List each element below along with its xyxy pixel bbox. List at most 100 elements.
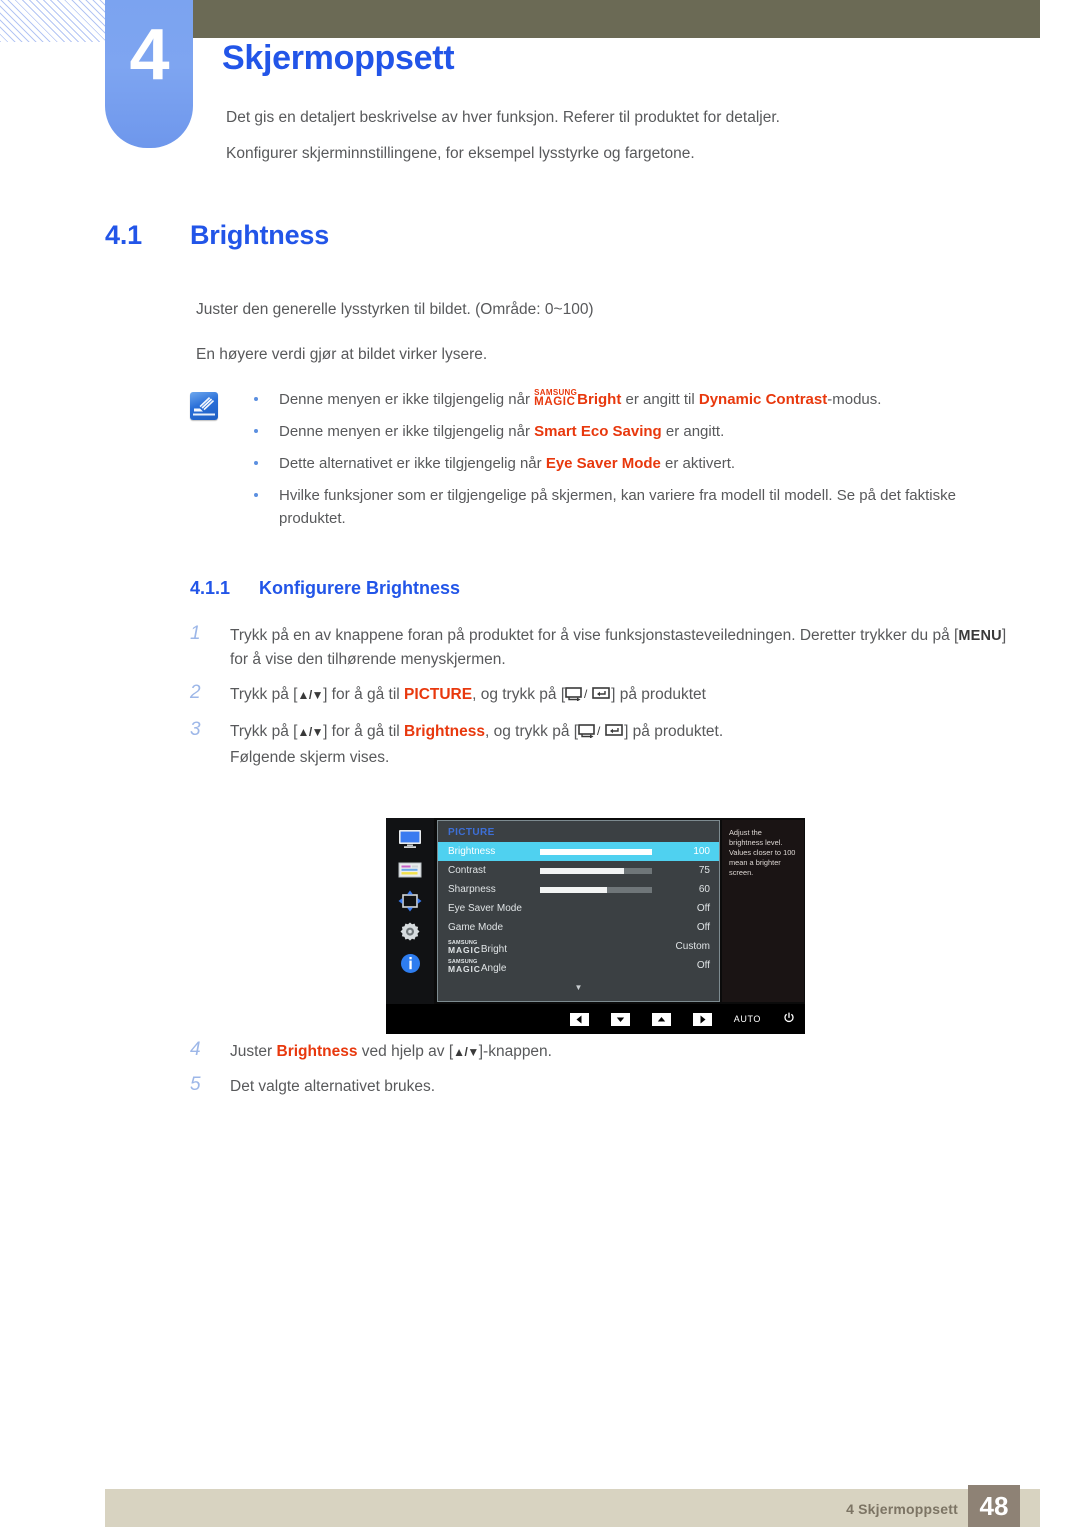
note-text-pre: Denne menyen er ikke tilgjengelig når [279,423,535,440]
step-text-c: , og trykk på [ [472,686,566,703]
header-olive-bar [193,0,1040,38]
osd-row-value: 100 [693,846,710,857]
osd-row-value: Off [696,922,710,933]
osd-screenshot: PICTURE Brightness 100 Contrast 75 Sharp… [386,818,805,1034]
osd-row-contrast[interactable]: Contrast 75 [438,861,719,880]
magic-large-text: MAGIC [448,944,481,955]
step-text-c: , og trykk på [ [485,723,579,740]
subsection-title: Konfigurere Brightness [259,578,461,598]
power-icon[interactable] [783,1012,795,1026]
bullet-dot [254,493,258,497]
slider-track [540,848,652,855]
position-arrows-icon[interactable] [397,890,423,912]
step-item: 3 Trykk på [▲/▼] for å gå til Brightness,… [190,719,1020,770]
osd-row-eye-saver-mode[interactable]: Eye Saver Mode Off [438,899,719,918]
step-text-a: Trykk på [ [230,723,298,740]
step-highlight: Brightness [276,1043,358,1060]
decorative-hatch-pattern [0,0,106,42]
step-item: 2 Trykk på [▲/▼] for å gå til PICTURE, og… [190,682,1020,709]
monitor-icon[interactable] [397,828,423,850]
down-arrow-button-icon[interactable] [610,1012,630,1026]
note-text-post: -modus. [827,391,882,408]
section-title: Brightness [190,220,330,250]
osd-row-label: SAMSUNG MAGIC Bright [448,939,507,955]
note-magic-suffix: Bright [577,391,622,408]
osd-row-label: Brightness [448,846,496,857]
osd-body: PICTURE Brightness 100 Contrast 75 Sharp… [386,818,805,1004]
osd-row-magicbright[interactable]: SAMSUNG MAGIC Bright Custom [438,937,719,956]
chapter-intro-line-1: Det gis en detaljert beskrivelse av hver… [226,109,780,126]
step-number: 3 [190,719,201,740]
step-number: 1 [190,623,201,644]
note-highlight: Eye Saver Mode [545,455,661,472]
left-arrow-button-icon[interactable] [569,1012,589,1026]
section-body-line-2: En høyere verdi gjør at bildet virker ly… [196,346,488,363]
steps-list: 1 Trykk på en av knappene foran på produk… [190,623,1020,781]
updown-arrows-icon: ▲/▼ [453,1045,479,1059]
step-item: 5 Det valgte alternativet brukes. [190,1074,1020,1099]
note-text-pre: Hvilke funksjoner som er tilgjengelige p… [279,487,956,527]
key-menu: MENU [958,628,1002,644]
osd-row-slider[interactable] [495,848,666,855]
footer-text: 4 Skjermoppsett [846,1501,958,1517]
osd-row-slider[interactable] [496,886,666,893]
step-text-a: Det valgte alternativet brukes. [230,1078,436,1095]
chapter-intro-line-2: Konfigurer skjerminnstillingene, for eks… [226,145,695,162]
right-arrow-button-icon[interactable] [692,1012,712,1026]
step-text-d: ] på produktet. [624,723,724,740]
page-number: 48 [968,1485,1020,1527]
osd-row-slider[interactable] [486,867,666,874]
slider-fill [540,848,652,855]
subsection-number: 4.1.1 [190,578,231,598]
note-text-pre: Denne menyen er ikke tilgjengelig når [279,391,535,408]
magic-large-text: MAGIC [448,963,481,974]
slider-fill [540,886,608,893]
svg-text:/: / [597,724,601,738]
step-text-c: ]-knappen. [478,1043,552,1060]
step-number: 4 [190,1039,201,1060]
step-highlight: Brightness [404,723,486,740]
step-number: 2 [190,682,201,703]
osd-row-label: Game Mode [448,922,504,933]
samsung-magic-logo: SAMSUNG MAGIC [448,940,481,954]
slider-track [540,886,652,893]
gear-icon[interactable] [397,921,423,943]
osd-row-label: Contrast [448,865,486,876]
osd-row-sharpness[interactable]: Sharpness 60 [438,880,719,899]
osd-row-value: 60 [698,884,710,895]
note-list: Denne menyen er ikke tilgjengelig når SA… [244,388,1024,539]
up-arrow-button-icon[interactable] [651,1012,671,1026]
osd-row-brightness[interactable]: Brightness 100 [438,842,719,861]
osd-row-label: Eye Saver Mode [448,903,522,914]
source-enter-button-icon: / [578,722,624,746]
step-text-b: ] for å gå til [323,723,405,740]
info-icon[interactable] [397,952,423,974]
bullet-dot [254,429,258,433]
magic-suffix: Bright [480,943,507,955]
osd-menu-title: PICTURE [448,827,495,838]
step-text-b: ved hjelp av [ [357,1043,454,1060]
steps-list-after: 4 Juster Brightness ved hjelp av [▲/▼]-kn… [190,1039,1020,1110]
magic-suffix: Angle [480,962,507,974]
osd-sidebar [386,818,434,1004]
osd-color-icon[interactable] [397,859,423,881]
svg-text:/: / [584,687,588,701]
chapter-title: Skjermoppsett [222,39,455,77]
osd-row-value: Custom [675,941,710,952]
note-text-post: er aktivert. [660,455,736,472]
slider-fill [540,867,624,874]
note-text-pre: Dette alternativet er ikke tilgjengelig … [279,455,546,472]
step-extra-text: Følgende skjerm vises. [230,749,390,766]
auto-button-label[interactable]: AUTO [734,1014,761,1024]
osd-row-label: Sharpness [448,884,496,895]
step-text-b: ] for å gå til [323,686,405,703]
osd-row-value: Off [696,903,710,914]
osd-row-game-mode[interactable]: Game Mode Off [438,918,719,937]
osd-help-text: Adjust the brightness level. Values clos… [722,820,804,1002]
step-text-a: Trykk på en av knappene foran på produkt… [230,627,959,644]
samsung-magic-logo: SAMSUNG MAGIC [448,959,481,973]
osd-row-magicangle[interactable]: SAMSUNG MAGIC Angle Off [438,956,719,975]
note-item: Dette alternativet er ikke tilgjengelig … [244,452,1024,475]
step-text-a: Trykk på [ [230,686,298,703]
scroll-down-caret-icon[interactable]: ▼ [437,984,720,992]
